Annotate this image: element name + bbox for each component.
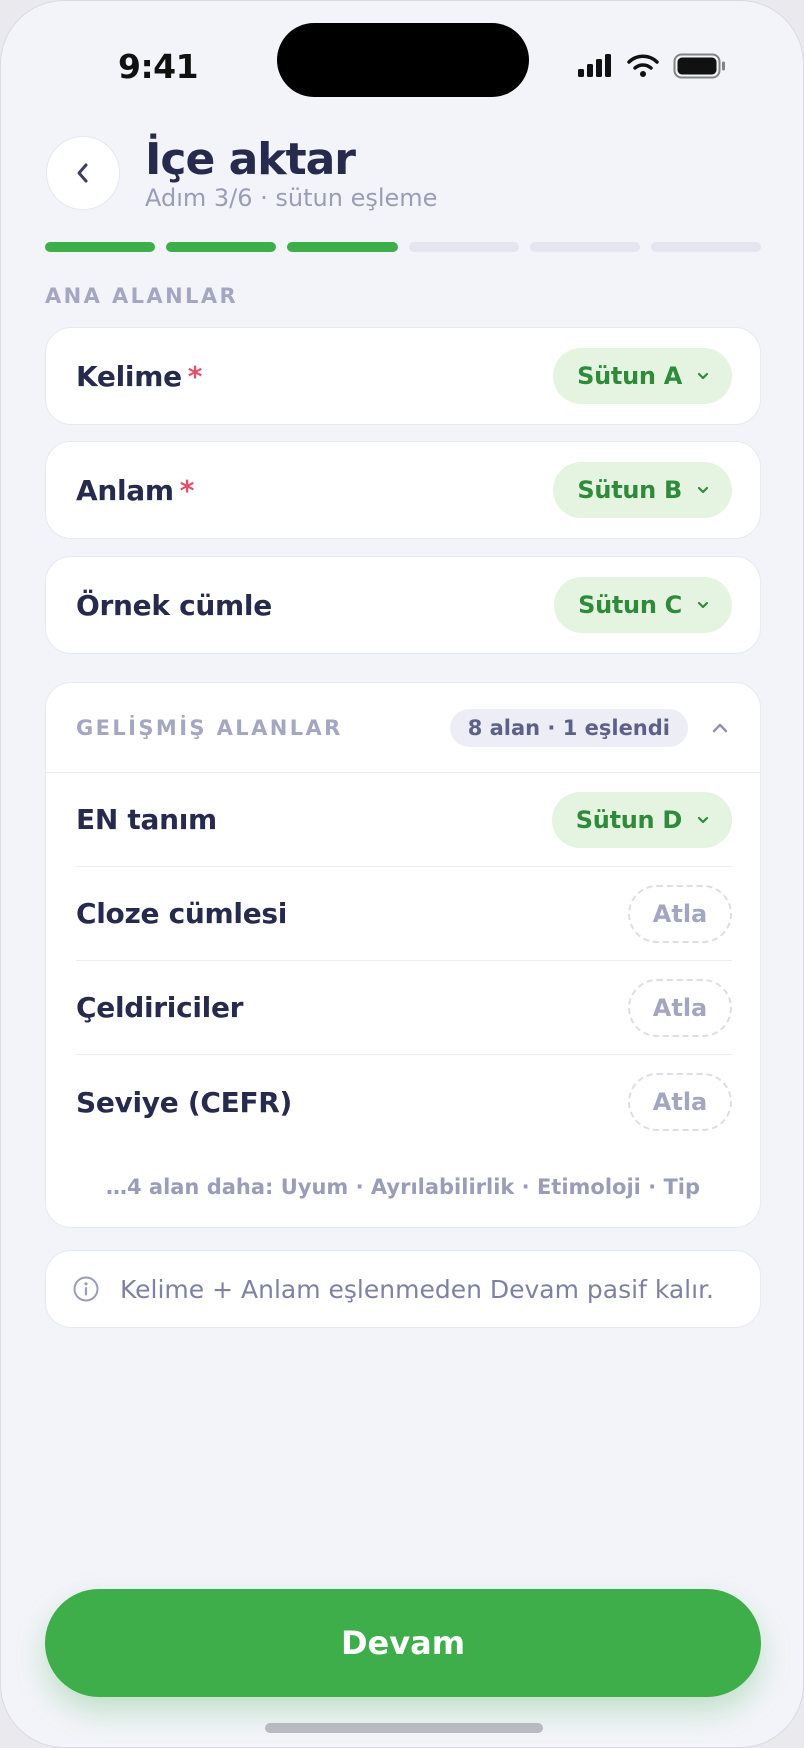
skip-button[interactable]: Atla [628,978,732,1037]
chevron-down-icon [697,601,709,609]
field-row-kelime: Kelime * Sütun A [45,327,761,425]
column-select[interactable]: Sütun A [553,348,732,404]
step-progress [45,242,762,252]
mapped-count-badge: 8 alan · 1 eşlendi [449,708,688,747]
field-label: Seviye (CEFR) [76,1085,293,1119]
skip-button[interactable]: Atla [628,884,732,943]
chevron-left-icon [77,163,88,183]
phone-screen: 9:41 İçe aktar Adım 3/6 · sütun eşleme A… [0,0,804,1748]
advanced-fields-title: GELİŞMİŞ ALANLAR [76,715,343,740]
step-subtitle: Adım 3/6 · sütun eşleme [145,184,438,212]
advanced-row-en-tanim: EN tanım Sütun D [76,773,732,867]
advanced-row-seviye: Seviye (CEFR) Atla [76,1055,732,1149]
advanced-row-cloze: Cloze cümlesi Atla [76,867,732,961]
main-fields-heading: ANA ALANLAR [45,284,239,308]
progress-segment [408,242,519,252]
home-indicator [265,1723,543,1733]
column-select[interactable]: Sütun C [554,577,732,633]
continue-button[interactable]: Devam [45,1589,761,1697]
info-text: Kelime + Anlam eşlenmeden Devam pasif ka… [120,1274,714,1304]
info-banner: Kelime + Anlam eşlenmeden Devam pasif ka… [45,1250,761,1328]
info-icon [73,1276,99,1302]
advanced-fields-card: GELİŞMİŞ ALANLAR 8 alan · 1 eşlendi EN t… [45,682,761,1228]
chevron-down-icon [697,372,709,380]
dynamic-island [277,23,529,97]
advanced-fields-header[interactable]: GELİŞMİŞ ALANLAR 8 alan · 1 eşlendi [46,683,760,773]
battery-icon [673,53,725,79]
chevron-down-icon [697,486,709,494]
field-label: Cloze cümlesi [76,897,288,930]
chevron-down-icon [697,816,709,823]
status-time: 9:41 [118,47,199,86]
field-label: Örnek cümle [76,588,272,622]
progress-segment [529,242,640,252]
wifi-icon [627,54,659,77]
status-icons [577,51,727,81]
field-label: Çeldiriciler [76,991,244,1024]
progress-segment [650,242,762,252]
back-button[interactable] [46,136,120,210]
field-label: EN tanım [76,803,217,836]
advanced-row-celdiriciler: Çeldiriciler Atla [76,961,732,1055]
progress-segment [166,242,277,252]
required-marker: * [187,359,203,393]
field-label: Kelime * [76,359,203,393]
column-select[interactable]: Sütun B [553,462,732,518]
field-label: Anlam * [76,473,195,507]
page-title: İçe aktar [145,134,356,185]
progress-segment [45,242,156,252]
field-row-anlam: Anlam * Sütun B [45,441,761,539]
field-row-ornek-cumle: Örnek cümle Sütun C [45,556,761,654]
progress-segment [287,242,398,252]
signal-icon [578,54,611,77]
skip-button[interactable]: Atla [628,1073,732,1131]
column-select[interactable]: Sütun D [551,791,732,848]
required-marker: * [179,473,195,507]
more-fields-note: …4 alan daha: Uyum · Ayrılabilirlik · Et… [105,1175,701,1199]
chevron-up-icon[interactable] [710,718,730,738]
